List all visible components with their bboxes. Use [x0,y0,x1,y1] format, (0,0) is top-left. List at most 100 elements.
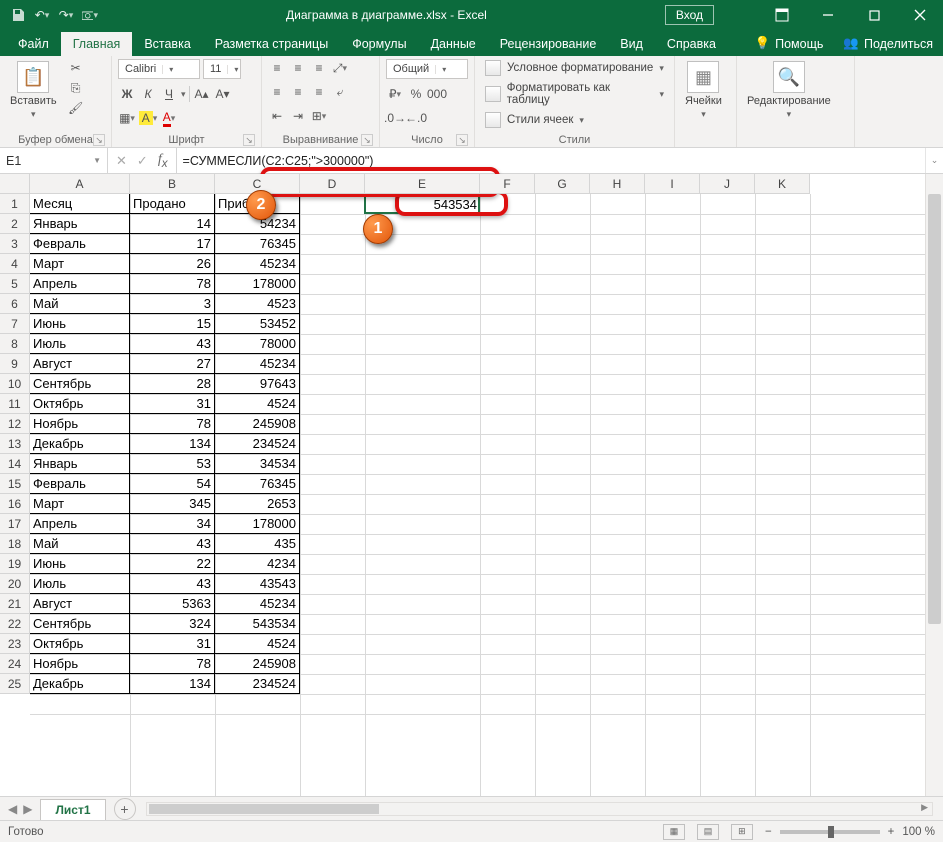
cell[interactable]: 34 [129,513,215,534]
cell[interactable]: 27 [129,353,215,374]
sheet-tab-active[interactable]: Лист1 [40,799,105,820]
maximize-icon[interactable] [851,0,897,30]
cell[interactable]: Декабрь [29,673,130,694]
row-head-16[interactable]: 16 [0,494,30,514]
align-bottom-icon[interactable]: ≡ [310,59,328,77]
cell[interactable]: 97643 [214,373,300,394]
cell[interactable]: Декабрь [29,433,130,454]
cell[interactable]: 3 [129,293,215,314]
tab-home[interactable]: Главная [61,32,133,56]
number-format-combo[interactable]: Общий▾ [386,59,468,79]
cell[interactable]: Октябрь [29,633,130,654]
row-head-14[interactable]: 14 [0,454,30,474]
col-head-G[interactable]: G [535,174,590,194]
cell[interactable]: 435 [214,533,300,554]
cell[interactable]: Ноябрь [29,653,130,674]
col-head-E[interactable]: E [365,174,480,194]
cell[interactable]: 76345 [214,473,300,494]
cell[interactable]: 17 [129,233,215,254]
cell[interactable]: 28 [129,373,215,394]
cell[interactable]: Продано [129,193,215,214]
align-right-icon[interactable]: ≡ [310,83,328,101]
col-head-B[interactable]: B [130,174,215,194]
cell[interactable]: 245908 [214,413,300,434]
align-top-icon[interactable]: ≡ [268,59,286,77]
wrap-text-icon[interactable]: ⤶ [331,83,349,101]
cell[interactable]: 43 [129,333,215,354]
prev-sheet-icon[interactable]: ◀ [8,802,17,816]
save-icon[interactable] [10,7,26,23]
cell[interactable]: 324 [129,613,215,634]
zoom-slider[interactable] [780,830,880,834]
cell[interactable]: 4234 [214,553,300,574]
format-as-table-button[interactable]: Форматировать как таблицу▾ [481,81,668,107]
cell[interactable]: 53 [129,453,215,474]
row-headers[interactable]: 1234567891011121314151617181920212223242… [0,194,30,796]
row-head-11[interactable]: 11 [0,394,30,414]
bold-button[interactable]: Ж [118,85,136,103]
italic-button[interactable]: К [139,85,157,103]
spreadsheet-grid[interactable]: ABCDEFGHIJK 1234567891011121314151617181… [0,174,943,796]
expand-formula-bar-icon[interactable]: ⌄ [925,148,943,173]
share-button[interactable]: 👥Поделиться [833,31,943,56]
cell[interactable]: 54 [129,473,215,494]
cell[interactable]: 2653 [214,493,300,514]
cell[interactable]: 4524 [214,393,300,414]
cell[interactable]: 43 [129,533,215,554]
cell[interactable]: 76345 [214,233,300,254]
cut-icon[interactable]: ✂ [67,59,85,77]
merge-cells-icon[interactable]: ⊞▾ [310,107,328,125]
font-name-combo[interactable]: Calibri▾ [118,59,200,79]
cells-button[interactable]: ▦Ячейки▾ [681,59,726,122]
cell[interactable]: 234524 [214,433,300,454]
row-head-18[interactable]: 18 [0,534,30,554]
zoom-control[interactable]: − + 100 % [765,826,935,838]
font-color-icon[interactable]: A▾ [160,109,178,127]
cell[interactable]: Май [29,533,130,554]
cell[interactable]: 178000 [214,273,300,294]
row-head-8[interactable]: 8 [0,334,30,354]
row-head-1[interactable]: 1 [0,194,30,214]
scroll-thumb[interactable] [928,194,941,624]
cell[interactable]: Ноябрь [29,413,130,434]
row-head-12[interactable]: 12 [0,414,30,434]
row-head-21[interactable]: 21 [0,594,30,614]
col-head-F[interactable]: F [480,174,535,194]
cell[interactable]: 178000 [214,513,300,534]
cell[interactable]: 78 [129,653,215,674]
row-head-17[interactable]: 17 [0,514,30,534]
zoom-in-icon[interactable]: + [888,826,895,838]
clipboard-dialog-icon[interactable]: ↘ [93,134,105,146]
increase-decimal-icon[interactable]: .0→ [386,109,404,127]
row-head-4[interactable]: 4 [0,254,30,274]
cell[interactable]: 5363 [129,593,215,614]
redo-icon[interactable]: ↷▾ [58,7,74,23]
cell[interactable]: 234524 [214,673,300,694]
cell[interactable]: Сентябрь [29,613,130,634]
cells-area[interactable]: МесяцПроданоПрибыльЯнварь1454234Февраль1… [30,194,925,796]
tab-formulas[interactable]: Формулы [340,32,418,56]
cell[interactable]: 4524 [214,633,300,654]
increase-indent-icon[interactable]: ⇥ [289,107,307,125]
col-head-J[interactable]: J [700,174,755,194]
col-head-C[interactable]: C [215,174,300,194]
cell[interactable]: 78 [129,413,215,434]
normal-view-icon[interactable]: ▦ [663,824,685,840]
row-head-2[interactable]: 2 [0,214,30,234]
col-head-A[interactable]: A [30,174,130,194]
decrease-indent-icon[interactable]: ⇤ [268,107,286,125]
col-head-D[interactable]: D [300,174,365,194]
copy-icon[interactable]: ⎘ [67,79,85,97]
cell[interactable]: Июль [29,573,130,594]
fill-color-icon[interactable]: A▾ [139,109,157,127]
row-head-19[interactable]: 19 [0,554,30,574]
zoom-handle[interactable] [828,826,834,838]
sheet-nav[interactable]: ◀▶ [0,802,40,816]
row-head-25[interactable]: 25 [0,674,30,694]
col-head-I[interactable]: I [645,174,700,194]
row-head-3[interactable]: 3 [0,234,30,254]
align-middle-icon[interactable]: ≡ [289,59,307,77]
undo-icon[interactable]: ↶▾ [34,7,50,23]
row-head-9[interactable]: 9 [0,354,30,374]
currency-icon[interactable]: ₽▾ [386,85,404,103]
